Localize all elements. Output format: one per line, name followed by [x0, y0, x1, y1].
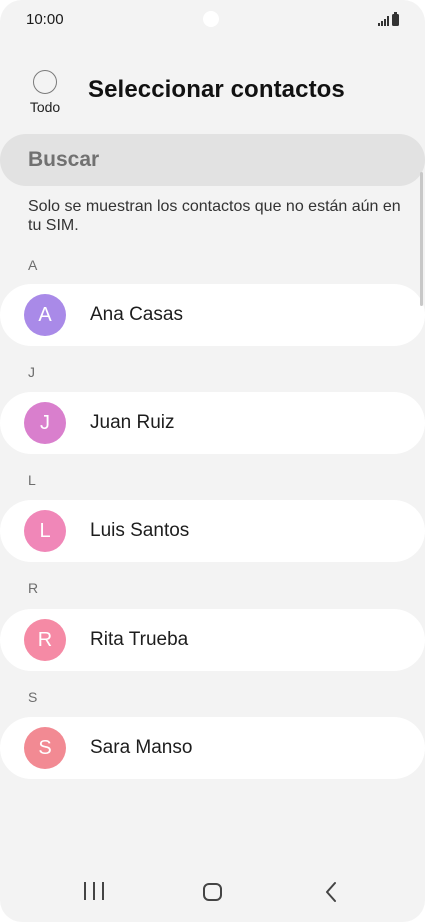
navigation-bar — [0, 862, 425, 922]
avatar: J — [24, 402, 66, 444]
select-all-label: Todo — [29, 99, 61, 115]
contact-row-luis-santos[interactable]: L Luis Santos — [0, 500, 425, 562]
section-header-a: A — [28, 257, 38, 273]
contact-row-juan-ruiz[interactable]: J Juan Ruiz — [0, 392, 425, 454]
avatar: S — [24, 727, 66, 769]
select-all-checkbox[interactable]: Todo — [22, 70, 68, 120]
contact-name: Luis Santos — [90, 520, 190, 541]
avatar: A — [24, 294, 66, 336]
page-title: Seleccionar contactos — [88, 76, 345, 103]
phone-screen: 10:00 Todo Seleccionar contactos Buscar … — [0, 0, 425, 922]
contact-row-sara-manso[interactable]: S Sara Manso — [0, 717, 425, 779]
contact-name: Juan Ruiz — [90, 412, 175, 433]
status-time: 10:00 — [26, 11, 64, 28]
status-bar: 10:00 — [0, 0, 425, 40]
select-all-circle-icon[interactable] — [33, 70, 57, 94]
contact-name: Rita Trueba — [90, 629, 189, 650]
front-camera-cutout — [203, 11, 219, 27]
info-message: Solo se muestran los contactos que no es… — [28, 198, 401, 234]
battery-icon — [392, 12, 399, 26]
section-header-l: L — [28, 472, 36, 488]
scrollbar[interactable] — [420, 172, 423, 306]
recents-icon[interactable] — [84, 882, 104, 900]
signal-icon — [378, 16, 389, 26]
contact-row-ana-casas[interactable]: A Ana Casas — [0, 284, 425, 346]
section-header-s: S — [28, 689, 38, 705]
contact-name: Sara Manso — [90, 737, 193, 758]
header: Todo Seleccionar contactos — [0, 60, 425, 120]
section-header-r: R — [28, 580, 39, 596]
search-field[interactable]: Buscar — [0, 134, 425, 186]
section-header-j: J — [28, 364, 35, 380]
contact-row-rita-trueba[interactable]: R Rita Trueba — [0, 609, 425, 671]
home-icon[interactable] — [203, 883, 222, 901]
status-icons — [378, 12, 399, 26]
search-placeholder: Buscar — [28, 148, 100, 171]
back-icon[interactable] — [324, 881, 338, 903]
contact-name: Ana Casas — [90, 304, 183, 325]
avatar: L — [24, 510, 66, 552]
avatar: R — [24, 619, 66, 661]
